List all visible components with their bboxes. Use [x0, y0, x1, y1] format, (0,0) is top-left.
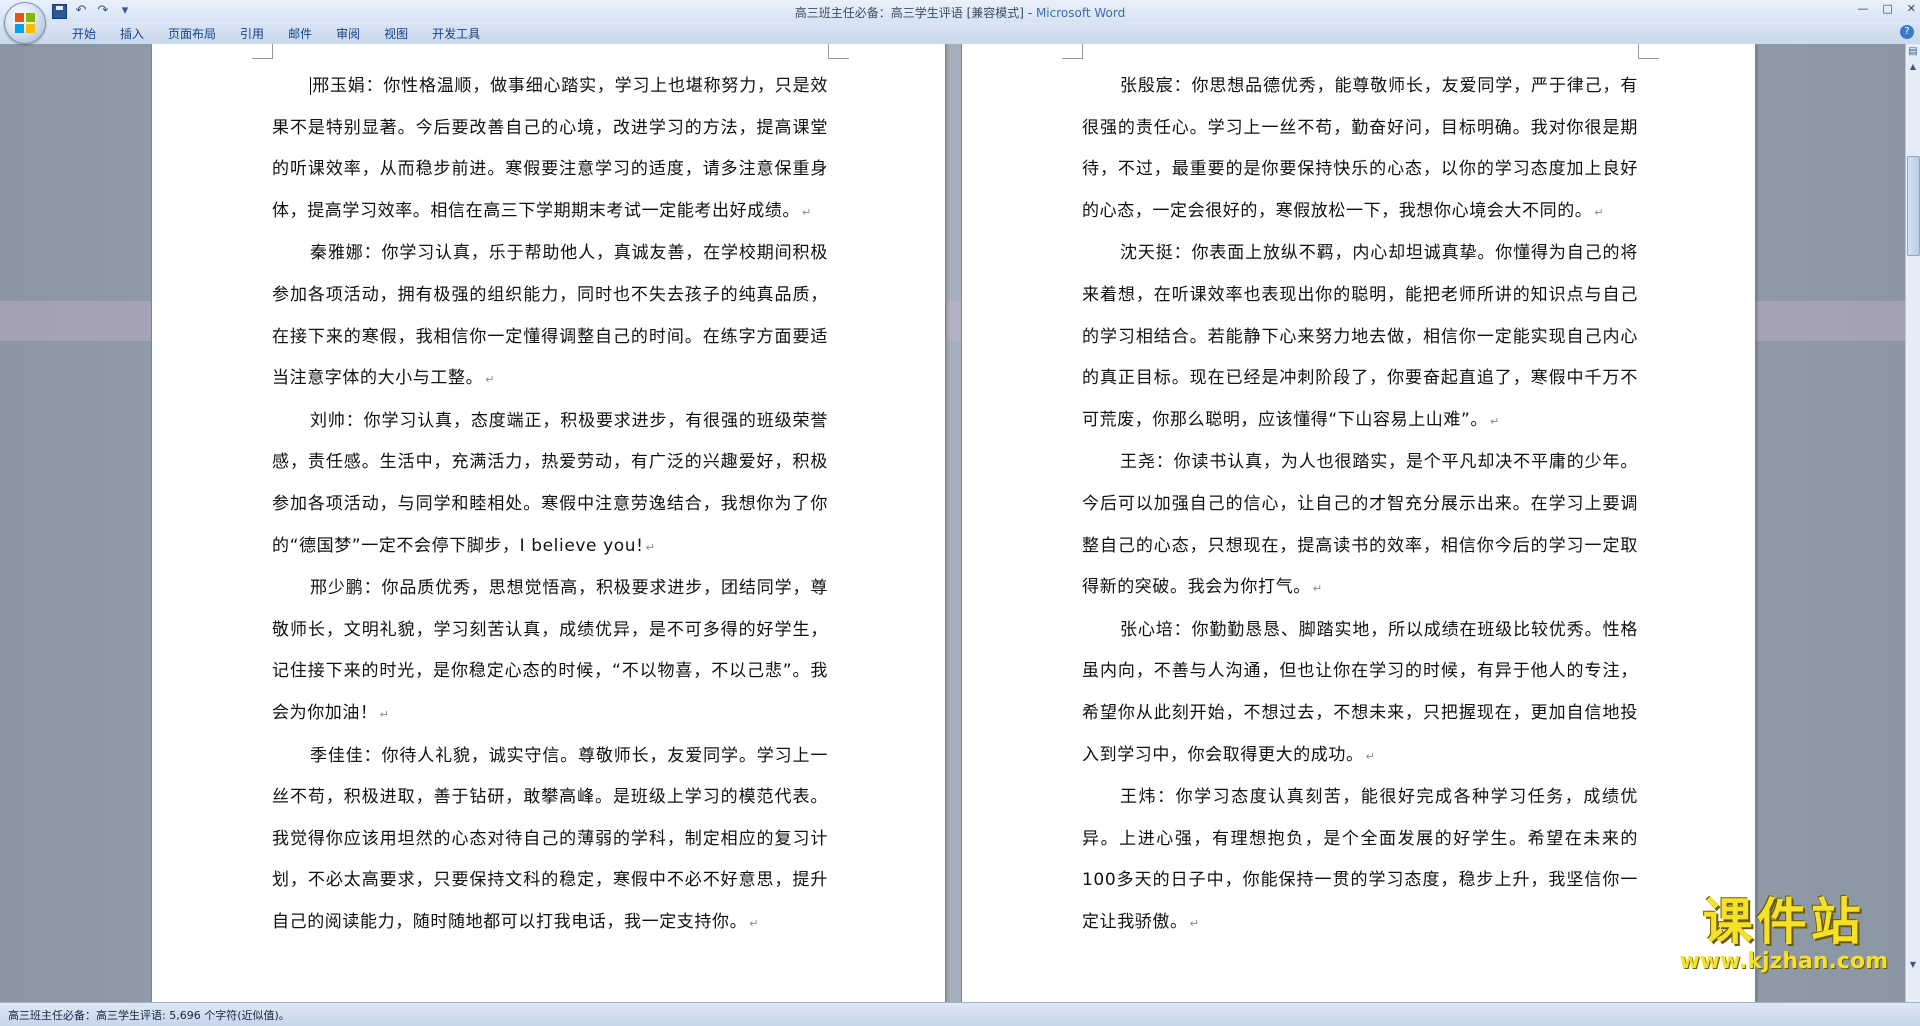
scroll-up-icon[interactable]: ▲: [1907, 62, 1919, 74]
paragraph: 季佳佳：你待人礼貌，诚实守信。尊敬师长，友爱同学。学习上一丝不苟，积极进取，善于…: [272, 736, 828, 945]
app-name: Microsoft Word: [1035, 6, 1126, 20]
vertical-scrollbar[interactable]: ▤ ▲ ▼: [1905, 44, 1920, 1002]
office-button[interactable]: [4, 2, 46, 44]
tab-references[interactable]: 引用: [228, 26, 276, 42]
text-cursor: [310, 77, 311, 95]
tab-review[interactable]: 审阅: [324, 26, 372, 42]
status-text: 高三班主任必备：高三学生评语: 5,696 个字符(近似值)。: [8, 1009, 290, 1022]
page-text-right: 张殷宸：你思想品德优秀，能尊敬师长，友爱同学，严于律己，有很强的责任心。学习上一…: [1082, 66, 1638, 944]
maximize-button[interactable]: □: [1882, 2, 1892, 15]
tab-mailings[interactable]: 邮件: [276, 26, 324, 42]
page-text-left: 邢玉娟：你性格温顺，做事细心踏实，学习上也堪称努力，只是效果不是特别显著。今后要…: [272, 66, 828, 944]
tab-insert[interactable]: 插入: [108, 26, 156, 42]
window-controls: — □ ✕: [1857, 2, 1916, 15]
tab-developer[interactable]: 开发工具: [420, 26, 492, 42]
paragraph: 邢少鹏：你品质优秀，思想觉悟高，积极要求进步，团结同学，尊敬师长，文明礼貌，学习…: [272, 568, 828, 735]
document-page-left[interactable]: 邢玉娟：你性格温顺，做事细心踏实，学习上也堪称努力，只是效果不是特别显著。今后要…: [152, 44, 945, 1002]
margin-corner-mark: [828, 44, 849, 59]
document-name: 高三班主任必备：高三学生评语 [兼容模式]: [794, 6, 1024, 20]
paragraph: 王炜：你学习态度认真刻苦，能很好完成各种学习任务，成绩优异。上进心强，有理想抱负…: [1082, 777, 1638, 944]
watermark-url: www.kjzhan.com: [1679, 949, 1888, 974]
margin-corner-mark: [1638, 44, 1659, 59]
watermark-title: 课件站: [1702, 892, 1865, 951]
tab-view[interactable]: 视图: [372, 26, 420, 42]
paragraph: 沈天挺：你表面上放纵不羁，内心却坦诚真挚。你懂得为自己的将来着想，在听课效率也表…: [1082, 233, 1638, 442]
office-logo-icon: [15, 13, 35, 33]
ribbon-tabs: 开始 插入 页面布局 引用 邮件 审阅 视图 开发工具 ?: [0, 22, 1920, 45]
paragraph: 张殷宸：你思想品德优秀，能尊敬师长，友爱同学，严于律己，有很强的责任心。学习上一…: [1082, 66, 1638, 233]
paragraph: 刘帅：你学习认真，态度端正，积极要求进步，有很强的班级荣誉感，责任感。生活中，充…: [272, 401, 828, 568]
paragraph: 秦雅娜：你学习认真，乐于帮助他人，真诚友善，在学校期间积极参加各项活动，拥有极强…: [272, 233, 828, 400]
margin-corner-mark: [252, 44, 273, 59]
paragraph: 王尧：你读书认真，为人也很踏实，是个平凡却决不平庸的少年。今后可以加强自己的信心…: [1082, 442, 1638, 609]
margin-corner-mark: [1062, 44, 1083, 59]
close-button[interactable]: ✕: [1907, 2, 1916, 15]
watermark-logo: 课件站 www.kjzhan.com: [1679, 894, 1888, 974]
tab-home[interactable]: 开始: [60, 26, 108, 42]
title-bar: ↶ ↷ ▾ 高三班主任必备：高三学生评语 [兼容模式] - Microsoft …: [0, 0, 1920, 44]
paragraph: 邢玉娟：你性格温顺，做事细心踏实，学习上也堪称努力，只是效果不是特别显著。今后要…: [272, 66, 828, 233]
ruler-toggle-icon[interactable]: ▤: [1907, 46, 1919, 58]
document-page-right[interactable]: 张殷宸：你思想品德优秀，能尊敬师长，友爱同学，严于律己，有很强的责任心。学习上一…: [962, 44, 1755, 1002]
status-bar: 高三班主任必备：高三学生评语: 5,696 个字符(近似值)。: [0, 1002, 1920, 1026]
paragraph: 张心培：你勤勤恳恳、脚踏实地，所以成绩在班级比较优秀。性格虽内向，不善与人沟通，…: [1082, 610, 1638, 777]
minimize-button[interactable]: —: [1857, 2, 1868, 15]
document-workspace: 邢玉娟：你性格温顺，做事细心踏实，学习上也堪称努力，只是效果不是特别显著。今后要…: [0, 44, 1906, 1002]
scroll-down-icon[interactable]: ▼: [1907, 960, 1919, 972]
tab-page-layout[interactable]: 页面布局: [156, 26, 228, 42]
paragraph-text: 邢玉娟：你性格温顺，做事细心踏实，学习上也堪称努力，只是效果不是特别显著。今后要…: [272, 76, 828, 221]
help-icon[interactable]: ?: [1900, 25, 1914, 39]
title-separator: -: [1023, 6, 1036, 20]
window-title: 高三班主任必备：高三学生评语 [兼容模式] - Microsoft Word: [0, 4, 1920, 21]
scroll-thumb[interactable]: [1907, 156, 1920, 256]
